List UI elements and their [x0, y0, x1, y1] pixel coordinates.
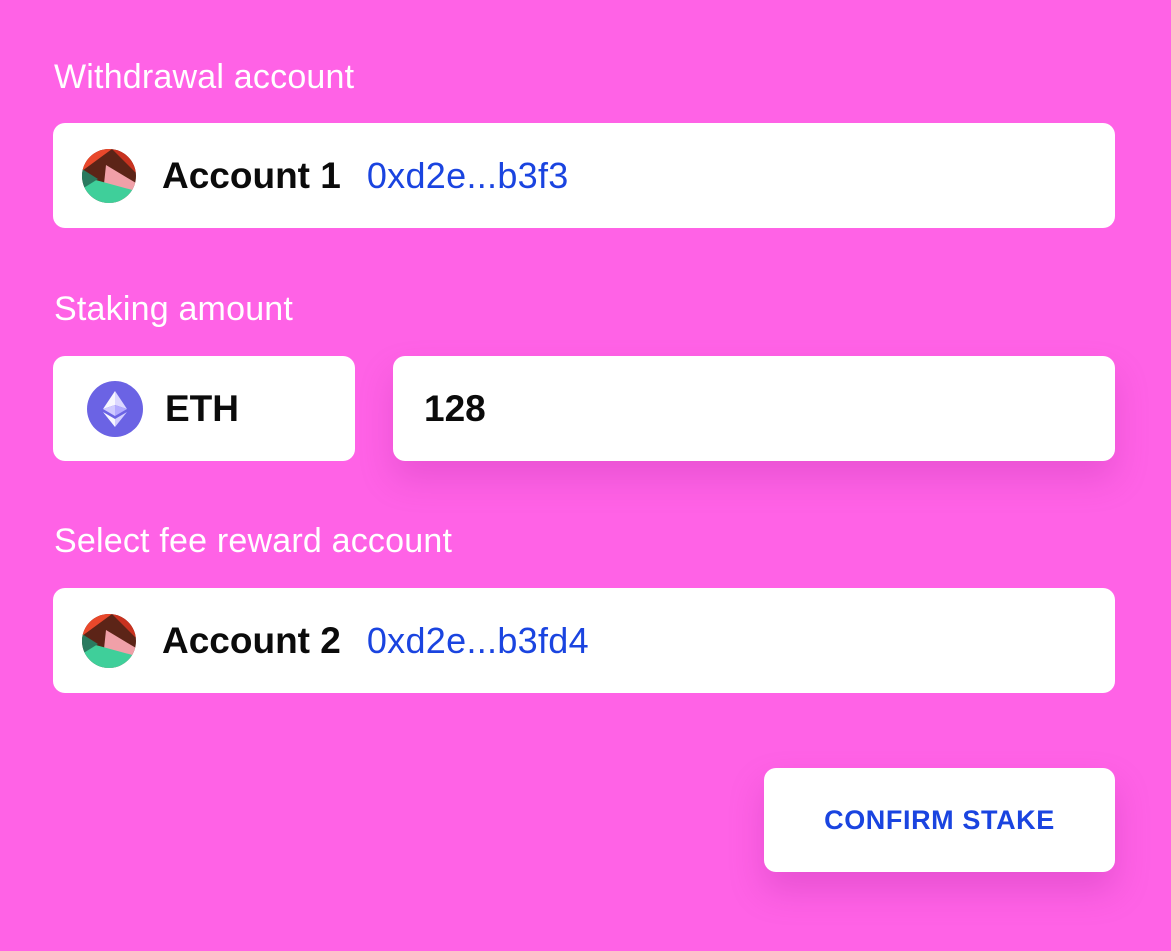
- ethereum-icon: [87, 380, 143, 437]
- account-address: 0xd2e...b3fd4: [366, 619, 589, 661]
- fee-reward-account-select[interactable]: Account 2 0xd2e...b3fd4: [53, 588, 1115, 693]
- account-avatar-icon: [82, 148, 136, 203]
- amount-input[interactable]: [424, 387, 1024, 430]
- account-address: 0xd2e...b3f3: [366, 154, 569, 196]
- fee-reward-account-label: Select fee reward account: [54, 522, 453, 560]
- token-label: ETH: [165, 387, 239, 429]
- account-avatar-icon: [82, 613, 136, 668]
- amount-field[interactable]: [393, 356, 1115, 461]
- withdrawal-account-label: Withdrawal account: [54, 58, 355, 96]
- staking-amount-label: Staking amount: [54, 290, 294, 328]
- account-name: Account 1: [162, 154, 341, 196]
- withdrawal-account-select[interactable]: Account 1 0xd2e...b3f3: [53, 123, 1115, 228]
- confirm-stake-button[interactable]: CONFIRM STAKE: [764, 768, 1115, 872]
- account-name: Account 2: [162, 619, 341, 661]
- token-select[interactable]: ETH: [53, 356, 355, 461]
